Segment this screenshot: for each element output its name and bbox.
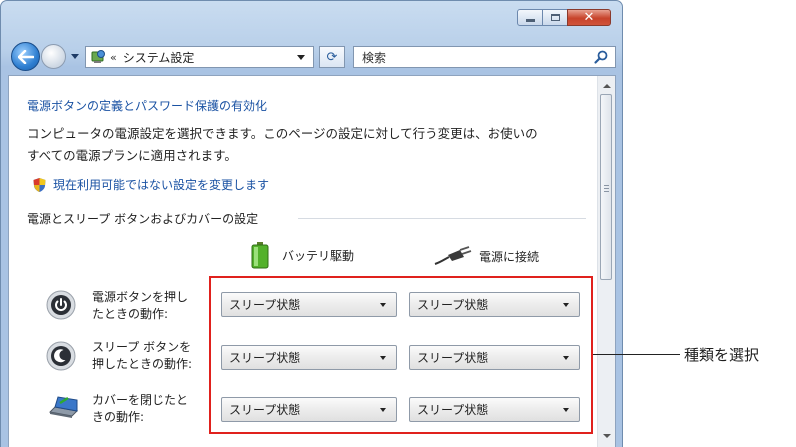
power-button-label-line-1: 電源ボタンを押し — [92, 290, 189, 304]
lid-close-label: カバーを閉じたと きの動作: — [92, 392, 212, 426]
search-box[interactable]: 検索 — [353, 46, 616, 68]
description-line-2: すべての電源プランに適用されます。 — [27, 148, 237, 163]
power-button-label-line-2: たときの動作: — [92, 307, 169, 321]
lid-close-label-line-2: きの動作: — [92, 410, 145, 424]
power-plug-icon — [434, 246, 472, 265]
battery-icon — [251, 242, 269, 269]
power-button-icon — [46, 290, 76, 320]
forward-button[interactable] — [41, 44, 66, 69]
callout-label: 種類を選択 — [684, 346, 760, 364]
change-settings-link-row[interactable]: 現在利用可能ではない設定を変更します — [32, 176, 269, 193]
change-settings-link[interactable]: 現在利用可能ではない設定を変更します — [53, 176, 269, 193]
maximize-icon — [550, 14, 560, 21]
search-input[interactable]: 検索 — [354, 49, 593, 66]
close-icon: ✕ — [583, 10, 595, 25]
refresh-icon: ⟳ — [326, 49, 338, 65]
description-text: コンピュータの電源設定を選択できます。このページの設定に対して行う変更は、お使い… — [27, 123, 587, 167]
sleep-button-icon — [46, 341, 76, 371]
minimize-icon — [525, 19, 535, 22]
vertical-scrollbar[interactable] — [597, 76, 615, 447]
search-icon[interactable] — [593, 49, 609, 65]
minimize-button[interactable] — [517, 9, 543, 26]
back-button[interactable] — [11, 42, 40, 71]
breadcrumb-current[interactable]: システム設定 — [123, 49, 297, 66]
refresh-button[interactable]: ⟳ — [319, 46, 345, 68]
scroll-up-icon[interactable] — [603, 84, 611, 88]
battery-column-label: バッテリ駆動 — [282, 248, 355, 263]
recent-pages-dropdown[interactable] — [71, 54, 79, 59]
sleep-button-label-line-2: 押したときの動作: — [92, 357, 193, 371]
control-panel-icon — [91, 50, 105, 63]
grip-icon — [604, 185, 609, 192]
breadcrumb-overflow[interactable]: « — [110, 51, 117, 64]
section-divider — [298, 218, 586, 219]
scroll-down-icon[interactable] — [603, 434, 611, 438]
caption-buttons: ✕ — [517, 9, 611, 26]
scroll-thumb[interactable] — [600, 94, 612, 280]
uac-shield-icon — [33, 177, 46, 192]
column-header-battery: バッテリ駆動 — [250, 241, 354, 269]
plugged-in-column-label: 電源に接続 — [479, 249, 540, 264]
close-button[interactable]: ✕ — [567, 9, 611, 26]
callout-line — [593, 354, 680, 355]
sleep-button-label: スリープ ボタンを 押したときの動作: — [92, 339, 212, 373]
power-button-label: 電源ボタンを押し たときの動作: — [92, 289, 212, 323]
selection-highlight-box — [209, 276, 593, 434]
sleep-button-label-line-1: スリープ ボタンを — [92, 340, 192, 354]
section-heading: 電源とスリープ ボタンおよびカバーの設定 — [27, 212, 259, 226]
back-arrow-icon — [17, 49, 34, 64]
page-title-link[interactable]: 電源ボタンの定義とパスワード保護の有効化 — [27, 97, 267, 114]
address-bar[interactable]: « システム設定 — [85, 46, 314, 68]
address-dropdown-icon[interactable] — [297, 54, 305, 60]
column-header-plugged: 電源に接続 — [433, 246, 539, 266]
description-line-1: コンピュータの電源設定を選択できます。このページの設定に対して行う変更は、お使い… — [27, 126, 538, 141]
laptop-lid-icon — [48, 396, 79, 418]
maximize-button[interactable] — [542, 9, 568, 26]
lid-close-label-line-1: カバーを閉じたと — [92, 393, 189, 407]
